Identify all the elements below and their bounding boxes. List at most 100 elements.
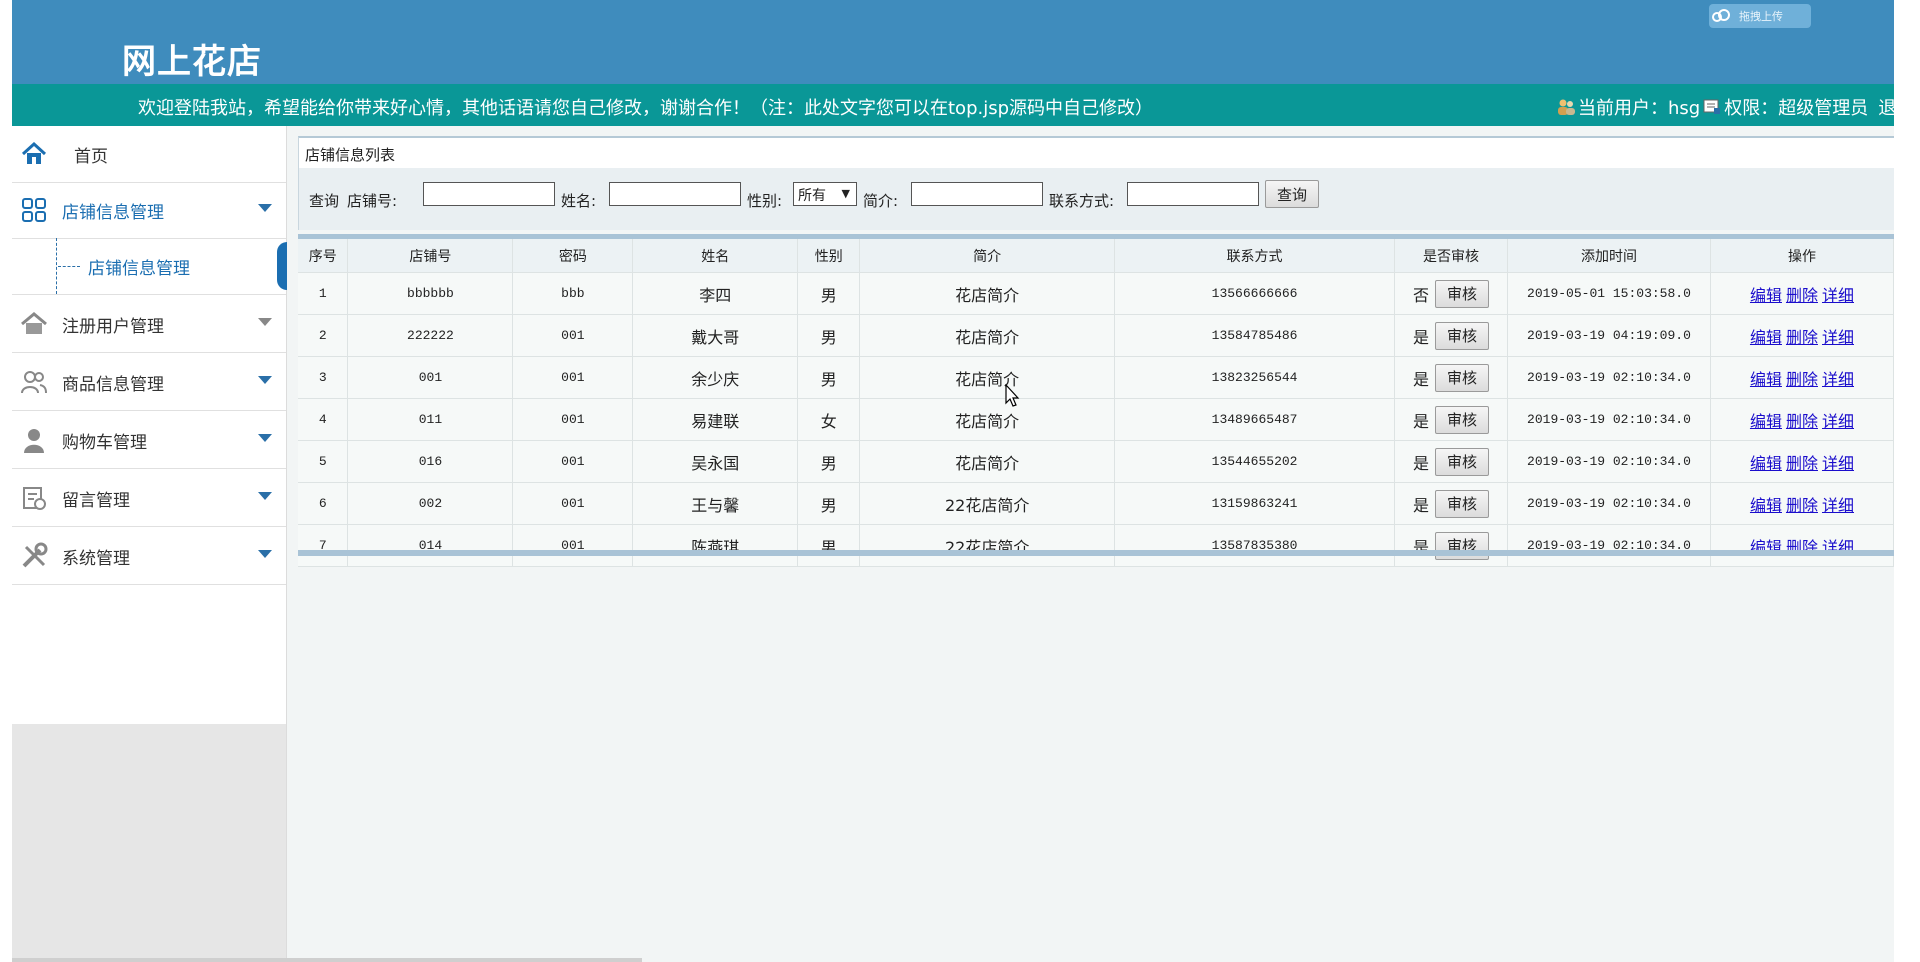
cell-code: 002: [347, 482, 514, 525]
cell-pw: 001: [512, 524, 634, 567]
cell-ops: 编辑 删除 详细: [1710, 272, 1894, 315]
tree-branch: [58, 266, 80, 267]
permission-icon: [1702, 97, 1722, 117]
audit-button[interactable]: 审核: [1435, 363, 1489, 392]
delete-link[interactable]: 删除: [1786, 370, 1818, 389]
delete-link[interactable]: 删除: [1786, 286, 1818, 305]
delete-link[interactable]: 删除: [1786, 496, 1818, 515]
table-row: 7 014 001 陈燕琪男 22花店简介 13587835380 是审核 2019-03-1…: [298, 524, 1894, 567]
detail-link[interactable]: 详细: [1822, 370, 1854, 389]
cell-audited: 是审核: [1394, 314, 1508, 357]
cell-gender: 女: [797, 398, 861, 441]
table-row: 6 002 001 王与馨男 22花店简介 13159863241 是审核 2019-03-1…: [298, 482, 1894, 525]
cell-code: 016: [347, 440, 514, 483]
query-button[interactable]: 查询: [1265, 180, 1319, 208]
cell-phone: 13584785486: [1114, 314, 1396, 357]
table-row: 3 001 001 余少庆男花店简介 13823256544 是审核 2019-03-19 …: [298, 356, 1894, 399]
audit-wrapper: 是审核: [1396, 321, 1506, 350]
audit-button[interactable]: 审核: [1435, 279, 1489, 308]
column-header: 性别: [797, 239, 861, 273]
sidebar-item-messages[interactable]: 留言管理: [12, 470, 286, 527]
detail-link[interactable]: 详细: [1822, 496, 1854, 515]
detail-link[interactable]: 详细: [1822, 328, 1854, 347]
delete-link[interactable]: 删除: [1786, 412, 1818, 431]
cell-no: 7: [298, 524, 349, 567]
delete-link[interactable]: 删除: [1786, 328, 1818, 347]
cell-intro: 22花店简介: [859, 524, 1116, 567]
intro-label: 简介:: [863, 192, 899, 210]
phone-input[interactable]: [1127, 182, 1259, 206]
name-input[interactable]: [609, 182, 741, 206]
edit-link[interactable]: 编辑: [1750, 328, 1782, 347]
drag-upload-button[interactable]: 拖拽上传: [1709, 4, 1811, 28]
cell-gender: 男: [797, 524, 861, 567]
audit-button[interactable]: 审核: [1435, 405, 1489, 434]
sidebar-item-home[interactable]: 首页: [12, 126, 286, 183]
cell-time: 2019-03-19 02:10:34.0: [1507, 398, 1711, 441]
user-icon: [20, 426, 48, 454]
cell-time: 2019-03-19 02:10:34.0: [1507, 440, 1711, 483]
delete-link[interactable]: 删除: [1786, 454, 1818, 473]
site-logo: 网上花店: [122, 42, 262, 82]
cell-audited: 是审核: [1394, 524, 1508, 567]
sidebar-item-store-info[interactable]: 店铺信息管理: [12, 182, 286, 239]
cell-code: 222222: [347, 314, 514, 357]
main-content: 店铺信息列表 查询 店铺号: 姓名: 性别: 所有 ▼ 简介: 联系方式: 查询: [298, 136, 1894, 567]
intro-input[interactable]: [911, 182, 1043, 206]
name-label: 姓名:: [561, 192, 597, 210]
chevron-down-icon: [258, 204, 272, 212]
sidebar-item-system[interactable]: 系统管理: [12, 528, 286, 585]
sidebar-item-products[interactable]: 商品信息管理: [12, 354, 286, 411]
sidebar-item-cart[interactable]: 购物车管理: [12, 412, 286, 469]
sidebar-item-registered-users[interactable]: 注册用户管理: [12, 296, 286, 353]
table-footer-bar: [298, 550, 1894, 556]
cell-intro: 22花店简介: [859, 482, 1116, 525]
sidebar-item-label: 首页: [74, 146, 108, 167]
cell-name: 李四: [632, 272, 799, 315]
tools-icon: [20, 542, 48, 570]
cell-gender: 男: [797, 272, 861, 315]
phone-label: 联系方式:: [1049, 192, 1115, 210]
edit-link[interactable]: 编辑: [1750, 370, 1782, 389]
audit-status: 是: [1412, 369, 1429, 389]
cell-phone: 13823256544: [1114, 356, 1396, 399]
cell-intro: 花店简介: [859, 440, 1116, 483]
upload-label: 拖拽上传: [1739, 10, 1783, 23]
window-edge: [1894, 0, 1920, 962]
cell-no: 4: [298, 398, 349, 441]
column-header: 序号: [298, 239, 349, 273]
grid-icon: [20, 196, 48, 224]
chevron-down-icon: [258, 318, 272, 326]
audit-button[interactable]: 审核: [1435, 447, 1489, 476]
gender-select-value: 所有: [798, 188, 826, 204]
cell-name: 易建联: [632, 398, 799, 441]
chevron-down-icon: [258, 376, 272, 384]
edit-link[interactable]: 编辑: [1750, 286, 1782, 305]
cell-name: 戴大哥: [632, 314, 799, 357]
cell-no: 5: [298, 440, 349, 483]
column-header: 联系方式: [1114, 239, 1396, 273]
detail-link[interactable]: 详细: [1822, 412, 1854, 431]
cell-no: 2: [298, 314, 349, 357]
logout-link[interactable]: 退: [1878, 94, 1894, 120]
cell-time: 2019-03-19 04:19:09.0: [1507, 314, 1711, 357]
sidebar-subitem-store-info[interactable]: 店铺信息管理: [12, 238, 287, 295]
detail-link[interactable]: 详细: [1822, 286, 1854, 305]
home-icon: [20, 140, 48, 168]
edit-link[interactable]: 编辑: [1750, 496, 1782, 515]
edit-link[interactable]: 编辑: [1750, 454, 1782, 473]
detail-link[interactable]: 详细: [1822, 454, 1854, 473]
cell-name: 吴永国: [632, 440, 799, 483]
store-code-input[interactable]: [423, 182, 555, 206]
horizontal-scrollbar[interactable]: [12, 958, 642, 962]
cell-audited: 是审核: [1394, 440, 1508, 483]
search-bar: 查询 店铺号: 姓名: 性别: 所有 ▼ 简介: 联系方式: 查询: [298, 168, 1894, 230]
audit-button[interactable]: 审核: [1435, 489, 1489, 518]
mouse-cursor-icon: [1005, 384, 1020, 407]
edit-link[interactable]: 编辑: [1750, 412, 1782, 431]
cell-ops: 编辑 删除 详细: [1710, 314, 1894, 357]
gender-select[interactable]: 所有 ▼: [793, 182, 857, 206]
audit-button[interactable]: 审核: [1435, 321, 1489, 350]
cell-time: 2019-05-01 15:03:58.0: [1507, 272, 1711, 315]
cell-gender: 男: [797, 482, 861, 525]
